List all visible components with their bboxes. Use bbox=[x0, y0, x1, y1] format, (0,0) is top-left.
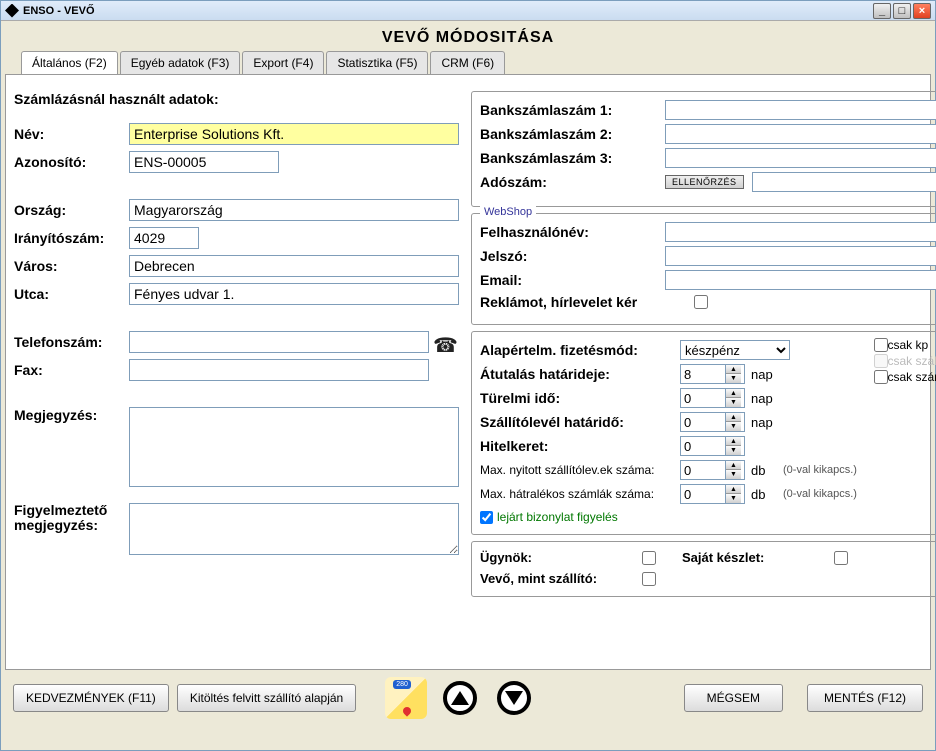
maximize-button[interactable]: □ bbox=[893, 3, 911, 19]
name-field[interactable] bbox=[129, 123, 459, 145]
own-stock-label: Saját készlet: bbox=[682, 550, 822, 565]
flags-section: Ügynök: Saját készlet: Vevő, mint szállí… bbox=[471, 541, 936, 597]
name-label: Név: bbox=[14, 126, 129, 142]
pay-slip-field[interactable] bbox=[681, 415, 725, 430]
open-slip-field[interactable] bbox=[681, 463, 725, 478]
agent-label: Ügynök: bbox=[480, 550, 630, 565]
ws-news-label: Reklámot, hírlevelet kér bbox=[480, 294, 690, 310]
buyer-supplier-checkbox[interactable] bbox=[642, 572, 656, 586]
tab-strip: Általános (F2) Egyéb adatok (F3) Export … bbox=[5, 51, 931, 75]
ws-email-label: Email: bbox=[480, 272, 665, 288]
ws-user-field[interactable] bbox=[665, 222, 936, 242]
ws-pwd-field[interactable] bbox=[665, 246, 936, 266]
minimize-button[interactable]: _ bbox=[873, 3, 891, 19]
prev-button[interactable] bbox=[436, 674, 484, 722]
next-button[interactable] bbox=[490, 674, 538, 722]
expired-watch-checkbox[interactable] bbox=[480, 511, 493, 524]
pay-slip-label: Szállítólevél határidő: bbox=[480, 414, 680, 430]
tab-crm[interactable]: CRM (F6) bbox=[430, 51, 505, 74]
zip-field[interactable] bbox=[129, 227, 199, 249]
note-label: Megjegyzés: bbox=[14, 407, 129, 423]
app-icon bbox=[5, 4, 19, 18]
street-field[interactable] bbox=[129, 283, 459, 305]
fax-label: Fax: bbox=[14, 362, 129, 378]
cancel-button[interactable]: MÉGSEM bbox=[684, 684, 783, 712]
page-title: VEVŐ MÓDOSITÁSA bbox=[5, 21, 931, 51]
arrow-up-icon bbox=[443, 681, 477, 715]
window-title: ENSO - VEVŐ bbox=[23, 5, 871, 17]
id-field[interactable] bbox=[129, 151, 279, 173]
country-field[interactable] bbox=[129, 199, 459, 221]
acct1-label: Bankszámlaszám 1: bbox=[480, 102, 665, 118]
billing-section: Számlázásnál használt adatok: Név: Azono… bbox=[14, 91, 467, 603]
city-field[interactable] bbox=[129, 255, 459, 277]
agent-checkbox[interactable] bbox=[642, 551, 656, 565]
expired-watch-label: lejárt bizonylat figyelés bbox=[497, 510, 618, 524]
pay-grace-field[interactable] bbox=[681, 391, 725, 406]
fill-from-supplier-button[interactable]: Kitöltés felvitt szállító alapján bbox=[177, 684, 356, 712]
bank-section: Bankszámlaszám 1: Bankszámlaszám 2: Bank… bbox=[471, 91, 936, 207]
phone-field[interactable] bbox=[129, 331, 429, 353]
pay-default-select[interactable]: készpénz bbox=[680, 340, 790, 360]
invoice-only-checkbox[interactable] bbox=[874, 370, 888, 384]
buyer-supplier-label: Vevő, mint szállító: bbox=[480, 571, 630, 586]
zip-label: Irányítószám: bbox=[14, 230, 129, 246]
pay-transfer-field[interactable] bbox=[681, 367, 725, 382]
note-field[interactable] bbox=[129, 407, 459, 487]
tax-field[interactable] bbox=[752, 172, 936, 192]
tab-panel: Számlázásnál használt adatok: Név: Azono… bbox=[5, 75, 931, 670]
app-window: ENSO - VEVŐ _ □ × VEVŐ MÓDOSITÁSA Általá… bbox=[0, 0, 936, 751]
acct1-field[interactable] bbox=[665, 100, 936, 120]
close-button[interactable]: × bbox=[913, 3, 931, 19]
acct3-field[interactable] bbox=[665, 148, 936, 168]
pay-default-label: Alapértelm. fizetésmód: bbox=[480, 342, 680, 358]
pay-transfer-label: Átutalás határideje: bbox=[480, 366, 680, 382]
pay-credit-field[interactable] bbox=[681, 439, 725, 454]
map-icon bbox=[385, 677, 427, 719]
id-label: Azonosító: bbox=[14, 154, 129, 170]
phone-icon[interactable] bbox=[433, 333, 459, 351]
arrears-field[interactable] bbox=[681, 487, 725, 502]
discounts-button[interactable]: KEDVEZMÉNYEK (F11) bbox=[13, 684, 169, 712]
ws-news-checkbox[interactable] bbox=[694, 295, 708, 309]
ws-user-label: Felhasználónév: bbox=[480, 224, 665, 240]
ws-email-field[interactable] bbox=[665, 270, 936, 290]
fax-field[interactable] bbox=[129, 359, 429, 381]
invoice-only-label: csak számla bbox=[888, 370, 936, 384]
titlebar: ENSO - VEVŐ _ □ × bbox=[1, 1, 935, 21]
tab-general[interactable]: Általános (F2) bbox=[21, 51, 118, 74]
warn-field[interactable] bbox=[129, 503, 459, 555]
tax-label: Adószám: bbox=[480, 174, 665, 190]
footer-bar: KEDVEZMÉNYEK (F11) Kitöltés felvitt szál… bbox=[5, 670, 931, 726]
tab-stats[interactable]: Statisztika (F5) bbox=[326, 51, 428, 74]
city-label: Város: bbox=[14, 258, 129, 274]
webshop-legend: WebShop bbox=[480, 206, 536, 218]
tax-check-button[interactable]: ELLENŐRZÉS bbox=[665, 175, 744, 189]
arrow-down-icon bbox=[497, 681, 531, 715]
tab-export[interactable]: Export (F4) bbox=[242, 51, 324, 74]
phone-label: Telefonszám: bbox=[14, 334, 129, 350]
street-label: Utca: bbox=[14, 286, 129, 302]
arrears-label: Max. hátralékos számlák száma: bbox=[480, 487, 680, 501]
carrier-only-label: csak szállító bbox=[888, 354, 936, 368]
tab-other[interactable]: Egyéb adatok (F3) bbox=[120, 51, 241, 74]
save-button[interactable]: MENTÉS (F12) bbox=[807, 684, 923, 712]
acct2-field[interactable] bbox=[665, 124, 936, 144]
pay-credit-label: Hitelkeret: bbox=[480, 438, 680, 454]
payment-section: csak kp csak szállító csak számla Alapér… bbox=[471, 331, 936, 535]
country-label: Ország: bbox=[14, 202, 129, 218]
acct2-label: Bankszámlaszám 2: bbox=[480, 126, 665, 142]
billing-heading: Számlázásnál használt adatok: bbox=[14, 91, 459, 107]
webshop-section: WebShop Felhasználónév: Jelszó: Email: R… bbox=[471, 213, 936, 325]
own-stock-checkbox[interactable] bbox=[834, 551, 848, 565]
pay-grace-label: Türelmi idő: bbox=[480, 390, 680, 406]
ws-pwd-label: Jelszó: bbox=[480, 248, 665, 264]
warn-label: Figyelmeztető megjegyzés: bbox=[14, 503, 129, 533]
carrier-only-checkbox bbox=[874, 354, 888, 368]
cash-only-checkbox[interactable] bbox=[874, 338, 888, 352]
map-button[interactable] bbox=[382, 674, 430, 722]
open-slip-label: Max. nyitott szállítólev.ek száma: bbox=[480, 463, 680, 477]
cash-only-label: csak kp bbox=[888, 338, 929, 352]
acct3-label: Bankszámlaszám 3: bbox=[480, 150, 665, 166]
